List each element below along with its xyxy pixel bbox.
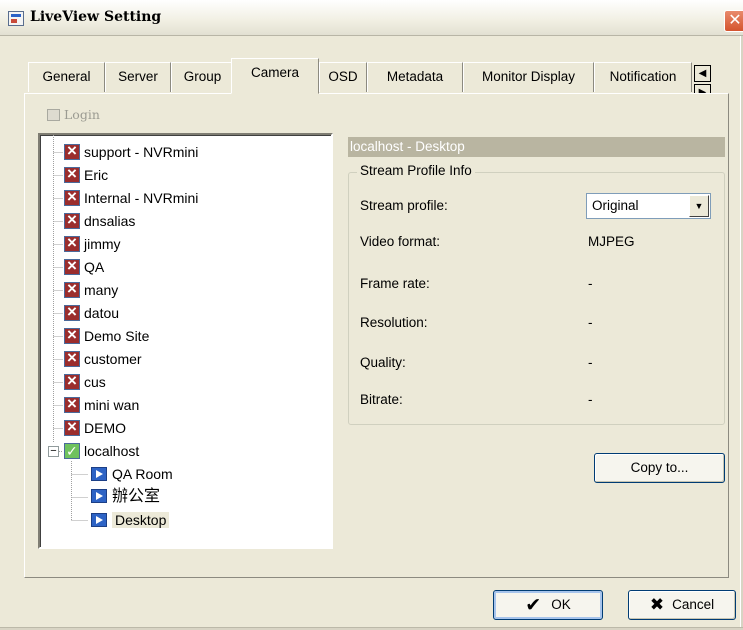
video-format-label: Video format: (360, 234, 441, 249)
tree-node-server[interactable]: support - NVRmini (64, 141, 198, 162)
ok-button[interactable]: ✔ OK (493, 590, 603, 620)
tree-node-camera[interactable]: QA Room (91, 464, 173, 484)
camera-icon (91, 489, 107, 503)
chevron-down-icon[interactable]: ▼ (689, 195, 709, 217)
ok-label: OK (551, 597, 571, 612)
tab-monitor-display[interactable]: Monitor Display (463, 62, 594, 92)
quality-value: - (588, 355, 593, 370)
video-format-value: MJPEG (588, 234, 635, 249)
close-icon: ✕ (728, 12, 742, 29)
tab-group[interactable]: Group (171, 62, 234, 92)
title-bar: LiveView Setting ✕ (0, 0, 743, 36)
cancel-label: Cancel (672, 597, 715, 612)
scroll-left-icon[interactable]: ◀ (694, 65, 711, 82)
tree-node-server[interactable]: mini wan (64, 394, 139, 415)
collapse-icon[interactable]: − (48, 446, 59, 457)
tab-server[interactable]: Server (105, 62, 171, 92)
check-icon: ✔ (525, 595, 542, 616)
bitrate-value: - (588, 392, 593, 407)
tree-node-server[interactable]: Internal - NVRmini (64, 187, 198, 208)
tree-node-camera-selected[interactable]: Desktop (91, 510, 170, 530)
frame-rate-label: Frame rate: (360, 276, 430, 291)
login-label: Login (64, 107, 100, 122)
resolution-label: Resolution: (360, 315, 428, 330)
close-button[interactable]: ✕ (724, 10, 743, 32)
disconnected-server-icon (64, 371, 80, 391)
camera-header: localhost - Desktop (348, 137, 725, 157)
server-camera-tree[interactable]: support - NVRmini Eric Internal - NVRmin… (38, 133, 333, 549)
disconnected-server-icon (64, 348, 80, 368)
disconnected-server-icon (64, 187, 80, 207)
tree-node-server[interactable]: jimmy (64, 233, 121, 254)
app-icon (8, 11, 24, 26)
disconnected-server-icon (64, 141, 80, 161)
disconnected-server-icon (64, 210, 80, 230)
tree-node-server[interactable]: customer (64, 348, 142, 369)
camera-icon (91, 513, 107, 527)
tree-node-server[interactable]: Eric (64, 164, 108, 185)
tree-node-server[interactable]: Demo Site (64, 325, 149, 346)
tree-node-localhost[interactable]: localhost (64, 441, 139, 461)
tab-scroll-buttons: ◀▶ (694, 63, 711, 101)
tree-node-server[interactable]: dnsalias (64, 210, 135, 231)
tab-metadata[interactable]: Metadata (367, 62, 463, 92)
copy-to-button[interactable]: Copy to... (594, 453, 725, 483)
login-button[interactable]: Login (47, 107, 100, 122)
camera-icon (91, 467, 107, 481)
tree-node-server[interactable]: many (64, 279, 118, 300)
connected-server-icon (64, 441, 80, 461)
cancel-button[interactable]: ✖ Cancel (628, 590, 736, 620)
disconnected-server-icon (64, 279, 80, 299)
disconnected-server-icon (64, 164, 80, 184)
frame-rate-value: - (588, 276, 593, 291)
quality-label: Quality: (360, 355, 406, 370)
groupbox-title: Stream Profile Info (357, 163, 475, 178)
stream-profile-select[interactable]: Original ▼ (586, 193, 711, 219)
disconnected-server-icon (64, 417, 80, 437)
tree-node-camera[interactable]: 辦公室 (91, 487, 160, 507)
tab-general[interactable]: General (28, 62, 105, 92)
login-icon (47, 109, 60, 121)
disconnected-server-icon (64, 256, 80, 276)
disconnected-server-icon (64, 302, 80, 322)
stream-profile-label: Stream profile: (360, 198, 448, 213)
tab-camera[interactable]: Camera (231, 58, 319, 94)
tree-node-server[interactable]: DEMO (64, 417, 126, 438)
tree-node-server[interactable]: QA (64, 256, 104, 277)
cancel-icon: ✖ (649, 595, 665, 614)
disconnected-server-icon (64, 325, 80, 345)
tab-notification[interactable]: Notification (594, 62, 692, 92)
bitrate-label: Bitrate: (360, 392, 403, 407)
disconnected-server-icon (64, 233, 80, 253)
stream-profile-value: Original (592, 198, 639, 213)
tree-node-server[interactable]: datou (64, 302, 119, 323)
resolution-value: - (588, 315, 593, 330)
disconnected-server-icon (64, 394, 80, 414)
window-title: LiveView Setting (30, 9, 162, 25)
tab-osd[interactable]: OSD (319, 62, 367, 92)
tree-node-server[interactable]: cus (64, 371, 106, 392)
